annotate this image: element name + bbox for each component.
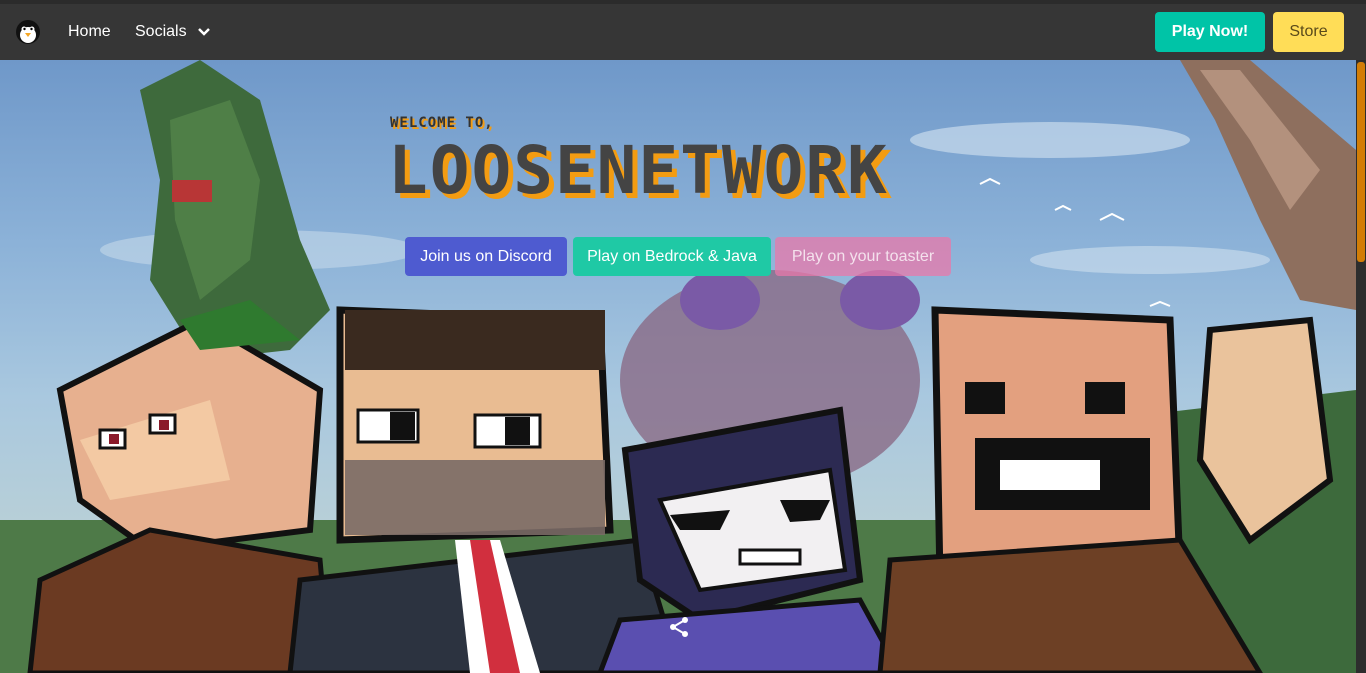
- store-button[interactable]: Store: [1273, 12, 1344, 52]
- chevron-down-icon: [197, 28, 210, 36]
- join-discord-button[interactable]: Join us on Discord: [405, 237, 567, 276]
- share-icon[interactable]: [668, 616, 690, 638]
- navbar: Home Socials Play Now! Store: [0, 4, 1366, 60]
- play-now-button[interactable]: Play Now!: [1155, 12, 1265, 52]
- store-label: Store: [1289, 23, 1328, 40]
- nav-home-link[interactable]: Home: [68, 4, 111, 60]
- nav-socials-dropdown[interactable]: Socials: [135, 4, 211, 60]
- play-toaster-button[interactable]: Play on your toaster: [775, 237, 951, 276]
- penguin-logo-icon[interactable]: [13, 16, 43, 46]
- hero-banner: WELCOME TO, LOOSENETWORK Join us on Disc…: [0, 60, 1356, 673]
- play-bedrock-java-button[interactable]: Play on Bedrock & Java: [573, 237, 771, 276]
- brand-title: LOOSENETWORK: [388, 132, 889, 209]
- welcome-text: WELCOME TO,: [390, 115, 494, 131]
- play-now-label: Play Now!: [1171, 23, 1249, 40]
- scrollbar-thumb[interactable]: [1357, 62, 1365, 262]
- nav-home-label: Home: [68, 23, 111, 40]
- play-toaster-label: Play on your toaster: [791, 247, 935, 265]
- play-bedrock-java-label: Play on Bedrock & Java: [587, 247, 757, 265]
- nav-socials-label: Socials: [135, 23, 187, 40]
- join-discord-label: Join us on Discord: [420, 247, 552, 265]
